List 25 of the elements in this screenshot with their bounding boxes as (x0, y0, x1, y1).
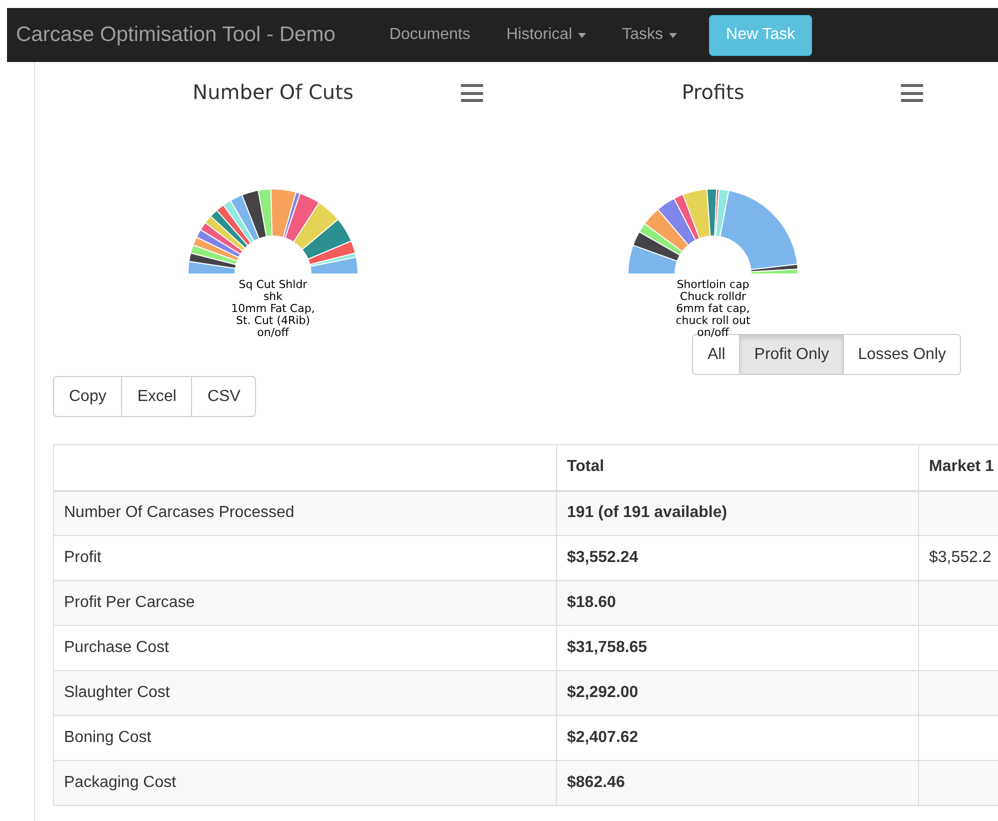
slice-label: on/off (257, 327, 289, 339)
row-label: Packaging Cost (54, 760, 556, 806)
filter-button[interactable]: Profit Only (739, 334, 844, 375)
menu-icon[interactable] (461, 84, 483, 102)
export-button[interactable]: Copy (53, 376, 122, 417)
slice-label: 6mm fat cap, (676, 303, 750, 315)
slice-label: Chuck rolldr (680, 291, 746, 303)
chart-title: Number Of Cuts (192, 79, 354, 106)
slice-label: Shortloin cap (676, 279, 750, 291)
nav-link[interactable]: Documents (371, 23, 488, 47)
slice-label: chuck roll out (676, 315, 750, 327)
chart-title: Profits (682, 79, 744, 106)
filter-button[interactable]: Losses Only (842, 334, 961, 375)
nav-link[interactable]: Tasks (604, 23, 696, 47)
slice-label: shk (263, 291, 283, 303)
table-cell: $862.46 (556, 760, 918, 806)
brand-title[interactable]: Carcase Optimisation Tool - Demo (16, 19, 336, 51)
export-button[interactable]: Excel (121, 376, 192, 417)
slice-label: 10mm Fat Cap, (231, 303, 315, 315)
menu-icon[interactable] (901, 84, 923, 102)
nav-link[interactable]: Historical (488, 23, 604, 47)
table-cell: $3,552.2 (929, 549, 992, 566)
slice-label: St. Cut (4Rib) (236, 315, 310, 327)
slice-label: Sq Cut Shldr (238, 279, 308, 291)
export-button[interactable]: CSV (191, 376, 256, 417)
